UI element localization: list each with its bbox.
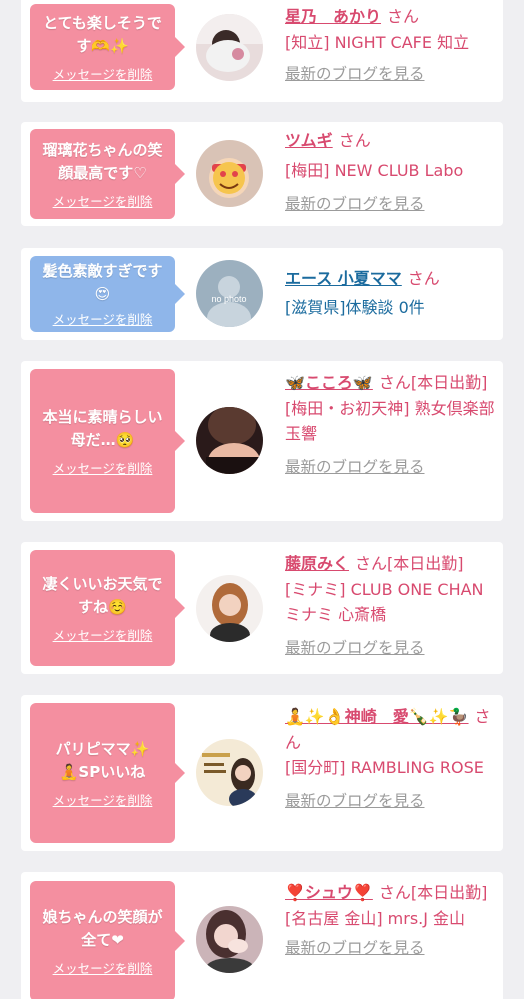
latest-blog-link[interactable]: 最新のブログを見る (285, 636, 497, 662)
message-card: 瑠璃花ちゃんの笑 顔最高です♡ メッセージを削除 ツムギ さん [梅田] NEW C… (21, 122, 503, 226)
message-bubble: とても楽しそうで す🫶✨ メッセージを削除 (30, 4, 185, 90)
honorific: さん (378, 883, 411, 902)
honorific: さん (355, 554, 388, 573)
honorific: さん (378, 373, 411, 392)
shop-info: [知立] NIGHT CAFE 知立 (285, 32, 470, 52)
profile-name-link[interactable]: 藤原みく (285, 554, 349, 573)
shop-info: [滋賀県]体験談 0件 (285, 297, 425, 317)
avatar[interactable] (196, 739, 263, 806)
latest-blog-link[interactable]: 最新のブログを見る (285, 62, 497, 88)
shop-info: [梅田] NEW CLUB Labo (285, 160, 464, 180)
profile-info: 🧘✨👌神崎 愛🍾✨🦆 さん [国分町] RAMBLING ROSE 最新のブログを… (285, 704, 497, 814)
status-badge: [本日出勤] (410, 373, 488, 392)
shop-info: [梅田・お初天神] 熟女倶楽部 玉響 (285, 398, 495, 444)
message-bubble: 本当に素晴らしい 母だ…🥺 メッセージを削除 (30, 369, 185, 513)
message-bubble: 髪色素敵すぎです 😍 メッセージを削除 (30, 256, 185, 332)
honorific: さん (387, 7, 420, 26)
profile-name-link[interactable]: エース 小夏ママ (285, 269, 402, 288)
avatar[interactable] (196, 140, 263, 207)
delete-message-button[interactable]: メッセージを削除 (53, 309, 153, 328)
profile-info: 🦋こころ🦋 さん[本日出勤] [梅田・お初天神] 熟女倶楽部 玉響 最新のブログを… (285, 370, 497, 480)
message-text: 瑠璃花ちゃんの笑 顔最高です♡ (42, 140, 163, 182)
profile-name-link[interactable]: 🧘✨👌神崎 愛🍾✨🦆 (285, 707, 469, 726)
message-text: パリピママ✨ 🧘SPいいね (55, 739, 150, 781)
honorific: さん (407, 269, 440, 288)
message-card: とても楽しそうで す🫶✨ メッセージを削除 星乃 あかり さん [知立] NIGHT… (21, 0, 503, 102)
latest-blog-link[interactable]: 最新のブログを見る (285, 789, 497, 815)
svg-text:no photo: no photo (211, 294, 246, 304)
message-feed: とても楽しそうで す🫶✨ メッセージを削除 星乃 あかり さん [知立] NIGHT… (0, 0, 524, 999)
message-bubble: 瑠璃花ちゃんの笑 顔最高です♡ メッセージを削除 (30, 129, 185, 219)
message-card: パリピママ✨ 🧘SPいいね メッセージを削除 🧘✨👌神崎 愛🍾✨🦆 さん [国分町]… (21, 695, 503, 851)
profile-name-link[interactable]: 星乃 あかり (285, 7, 381, 26)
message-card: 娘ちゃんの笑顔が 全て❤ メッセージを削除 ❣️シュウ❣️ さん[本日出勤] [名古… (21, 872, 503, 999)
delete-message-button[interactable]: メッセージを削除 (53, 191, 153, 210)
message-bubble: 凄くいいお天気で すね☺️ メッセージを削除 (30, 550, 185, 666)
message-text: 凄くいいお天気で すね☺️ (42, 574, 163, 616)
profile-info: ツムギ さん [梅田] NEW CLUB Labo 最新のブログを見る (285, 128, 497, 218)
message-text: とても楽しそうで す🫶✨ (43, 13, 162, 55)
avatar[interactable] (196, 906, 263, 973)
profile-info: ❣️シュウ❣️ さん[本日出勤] [名古屋 金山] mrs.J 金山 最新のブログ… (285, 880, 497, 962)
profile-info: 星乃 あかり さん [知立] NIGHT CAFE 知立 最新のブログを見る (285, 4, 497, 88)
latest-blog-link[interactable]: 最新のブログを見る (285, 455, 497, 481)
avatar[interactable]: no photo (196, 260, 263, 327)
profile-name-link[interactable]: 🦋こころ🦋 (285, 373, 373, 392)
profile-name-link[interactable]: ツムギ (285, 131, 333, 150)
status-badge: [本日出勤] (410, 883, 488, 902)
delete-message-button[interactable]: メッセージを削除 (53, 958, 153, 977)
shop-info: [ミナミ] CLUB ONE CHAN ミナミ 心斎橋 (285, 579, 484, 625)
avatar[interactable] (196, 14, 263, 81)
message-text: 髪色素敵すぎです 😍 (42, 262, 163, 303)
message-bubble: パリピママ✨ 🧘SPいいね メッセージを削除 (30, 703, 185, 843)
message-text: 本当に素晴らしい 母だ…🥺 (42, 407, 163, 449)
message-bubble: 娘ちゃんの笑顔が 全て❤ メッセージを削除 (30, 881, 185, 999)
profile-name-link[interactable]: ❣️シュウ❣️ (285, 883, 373, 902)
profile-info: 藤原みく さん[本日出勤] [ミナミ] CLUB ONE CHAN ミナミ 心斎橋… (285, 551, 497, 661)
message-card: 凄くいいお天気で すね☺️ メッセージを削除 藤原みく さん[本日出勤] [ミナミ]… (21, 542, 503, 674)
message-card: 髪色素敵すぎです 😍 メッセージを削除 no photo エース 小夏ママ さん [… (21, 248, 503, 340)
avatar[interactable] (196, 575, 263, 642)
honorific: さん (338, 131, 371, 150)
message-card: 本当に素晴らしい 母だ…🥺 メッセージを削除 🦋こころ🦋 さん[本日出勤] [梅田・… (21, 361, 503, 521)
message-text: 娘ちゃんの笑顔が 全て❤ (42, 907, 163, 949)
latest-blog-link[interactable]: 最新のブログを見る (285, 192, 497, 218)
delete-message-button[interactable]: メッセージを削除 (53, 64, 153, 83)
delete-message-button[interactable]: メッセージを削除 (53, 625, 153, 644)
shop-info: [国分町] RAMBLING ROSE (285, 758, 484, 777)
delete-message-button[interactable]: メッセージを削除 (53, 458, 153, 477)
profile-info: エース 小夏ママ さん [滋賀県]体験談 0件 (285, 266, 497, 320)
avatar[interactable] (196, 407, 263, 474)
shop-info: [名古屋 金山] mrs.J 金山 (285, 908, 466, 928)
status-badge: [本日出勤] (387, 554, 464, 573)
delete-message-button[interactable]: メッセージを削除 (53, 790, 153, 809)
latest-blog-link[interactable]: 最新のブログを見る (285, 936, 497, 962)
